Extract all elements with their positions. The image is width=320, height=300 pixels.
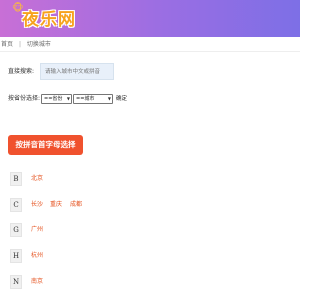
city-link[interactable]: 北京 (31, 172, 43, 186)
letter-group-n: N 南京 (10, 275, 290, 289)
city-search-input[interactable] (40, 63, 114, 80)
breadcrumb-separator: | (18, 41, 21, 48)
city-link[interactable]: 长沙 (31, 198, 43, 212)
letter-group-c: C 长沙 重庆 成都 (10, 198, 290, 212)
city-dropdown[interactable]: ==城市 ▼ (73, 94, 113, 104)
city-link[interactable]: 杭州 (31, 249, 43, 263)
city-dropdown-value: ==城市 (76, 96, 95, 102)
province-dropdown[interactable]: ==省份 ▼ (41, 94, 72, 104)
logo-text: 夜乐网 (22, 10, 76, 30)
letter-group-b: B 北京 (10, 172, 290, 186)
city-link[interactable]: 广州 (31, 223, 43, 237)
letter-badge: N (10, 275, 22, 289)
letter-badge: C (10, 198, 22, 212)
province-dropdown-value: ==省份 (44, 96, 63, 102)
chevron-down-icon: ▼ (66, 96, 70, 101)
letter-badge: B (10, 172, 22, 186)
letter-group-h: H 杭州 (10, 249, 290, 263)
search-row: 直接搜索: (8, 63, 288, 80)
breadcrumb: 首页 | 切换城市 (0, 37, 300, 52)
confirm-button[interactable]: 确定 (116, 94, 127, 104)
city-link[interactable]: 南京 (31, 275, 43, 289)
site-logo[interactable]: 🐵 夜乐网 (10, 3, 90, 33)
pinyin-select-button[interactable]: 按拼音首字母选择 (8, 135, 83, 155)
breadcrumb-current: 切换城市 (26, 41, 51, 48)
breadcrumb-home-link[interactable]: 首页 (1, 41, 13, 48)
search-label: 直接搜索: (8, 68, 35, 75)
city-link[interactable]: 重庆 (50, 198, 62, 212)
letter-badge: H (10, 249, 22, 263)
province-select-label: 按省份选择: (8, 95, 41, 102)
province-select-row: 按省份选择: ==省份 ▼ ==城市 ▼ 确定 (8, 93, 288, 105)
letter-group-g: G 广州 (10, 223, 290, 237)
letter-badge: G (10, 223, 22, 237)
city-link[interactable]: 成都 (70, 198, 82, 212)
chevron-down-icon: ▼ (107, 96, 111, 101)
site-header: 🐵 夜乐网 (0, 0, 300, 37)
